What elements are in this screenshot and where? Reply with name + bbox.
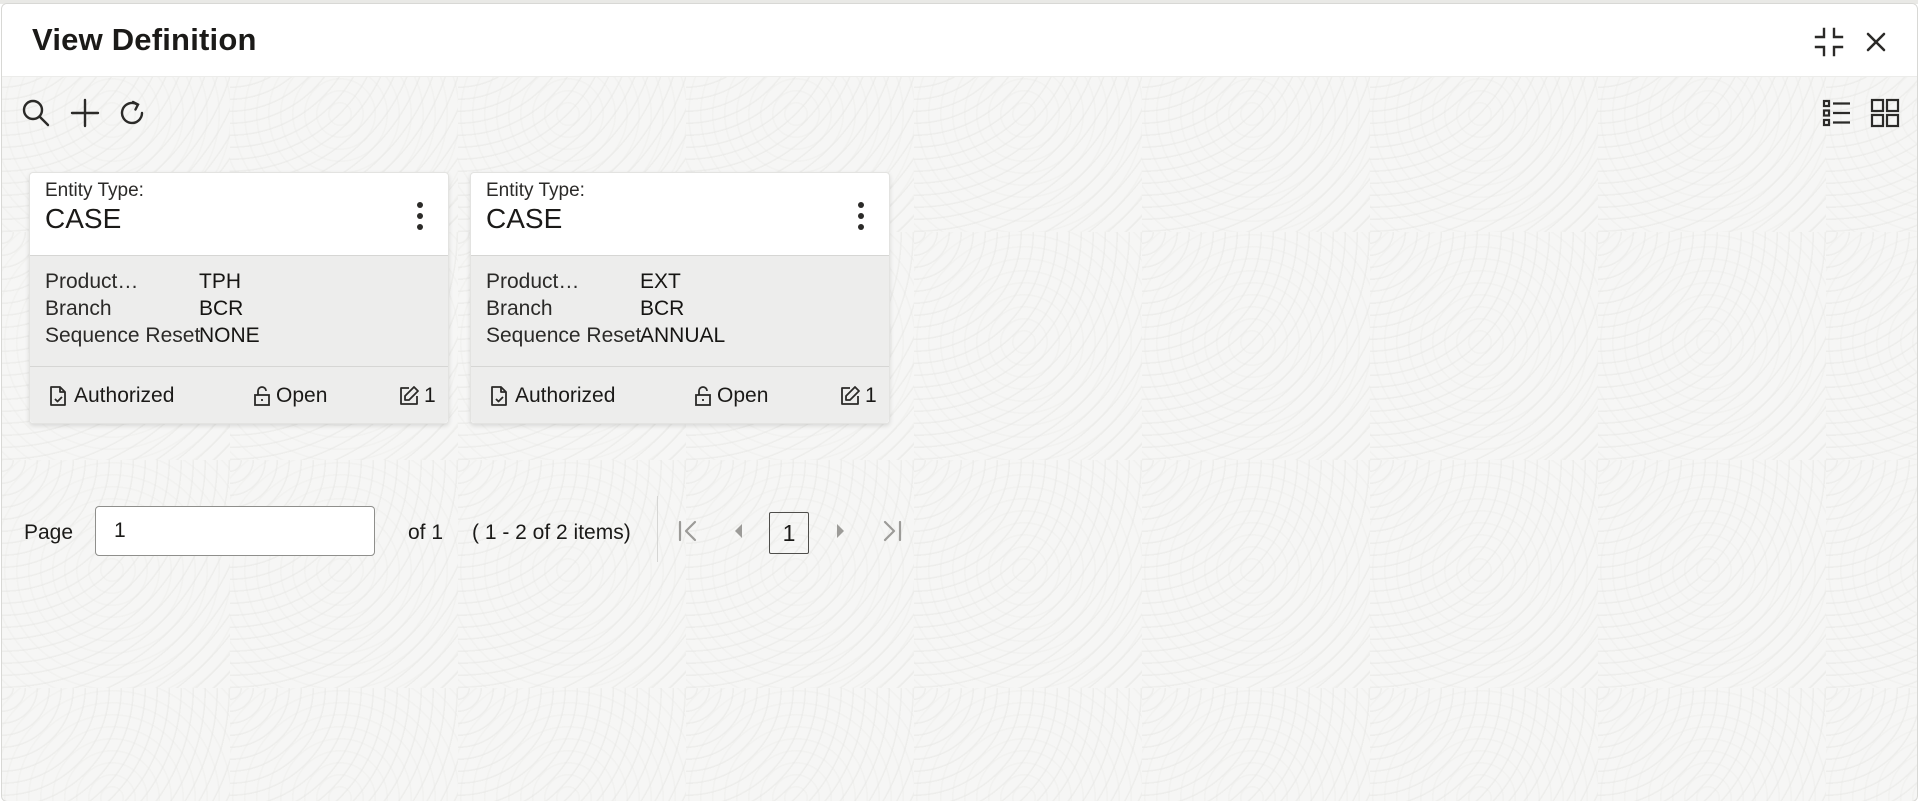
page-label: Page: [24, 521, 74, 544]
field-value: TPH: [199, 270, 241, 293]
edit-icon: [841, 386, 860, 405]
lock-text: Open: [276, 384, 328, 407]
page-count-text: of 1: [408, 521, 444, 544]
next-page-icon[interactable]: [825, 516, 855, 546]
close-icon[interactable]: [1858, 24, 1894, 60]
modification-number: 1: [838, 382, 878, 410]
field-value: EXT: [640, 270, 681, 293]
lock-status: Open: [691, 382, 781, 410]
card-header: Entity Type: CASE: [471, 173, 889, 256]
more-actions-icon[interactable]: [849, 199, 873, 233]
field-label: Branch: [486, 297, 553, 320]
definition-card[interactable]: Entity Type: CASE Product… TPH Branch BC…: [29, 172, 449, 424]
card-header: Entity Type: CASE: [30, 173, 448, 256]
card-details: Product… TPH Branch BCR Sequence Reset N…: [30, 256, 448, 367]
view-definition-dialog: View Definition Entity Type: CASE Produc…: [1, 3, 1918, 801]
document-check-icon: [50, 386, 66, 406]
collapse-arrows-icon[interactable]: [1811, 24, 1847, 60]
field-label: Branch: [45, 297, 112, 320]
entity-type-label: Entity Type:: [45, 180, 144, 201]
definition-card[interactable]: Entity Type: CASE Product… EXT Branch BC…: [470, 172, 890, 424]
dialog-title: View Definition: [32, 22, 257, 57]
plus-icon[interactable]: [68, 96, 102, 130]
status-text: Authorized: [74, 384, 175, 407]
field-label: Product…: [45, 270, 139, 293]
items-range-text: ( 1 - 2 of 2 items): [472, 521, 631, 544]
authorized-status: Authorized: [487, 382, 637, 410]
more-actions-icon[interactable]: [408, 199, 432, 233]
search-icon[interactable]: [19, 96, 53, 130]
field-value: BCR: [640, 297, 685, 320]
previous-page-icon[interactable]: [724, 516, 754, 546]
field-value: BCR: [199, 297, 244, 320]
refresh-icon[interactable]: [115, 96, 149, 130]
dialog-header: View Definition: [2, 4, 1917, 77]
card-footer: Authorized Open 1: [471, 367, 889, 423]
field-label: Sequence Reset: [45, 324, 201, 347]
first-page-icon[interactable]: [673, 516, 703, 546]
modification-number: 1: [397, 382, 437, 410]
last-page-icon[interactable]: [877, 516, 907, 546]
lock-status: Open: [250, 382, 340, 410]
page-number-input[interactable]: [95, 506, 375, 556]
lock-text: Open: [717, 384, 769, 407]
unlock-icon: [695, 386, 711, 406]
pagination-bar: Page of 1 ( 1 - 2 of 2 items) 1: [2, 496, 922, 564]
field-value: NONE: [199, 324, 260, 347]
edit-icon: [400, 386, 419, 405]
field-value: ANNUAL: [640, 324, 726, 347]
field-label: Product…: [486, 270, 580, 293]
status-text: Authorized: [515, 384, 616, 407]
entity-type-label: Entity Type:: [486, 180, 585, 201]
entity-type-value: CASE: [486, 203, 563, 234]
authorized-status: Authorized: [46, 382, 196, 410]
unlock-icon: [254, 386, 270, 406]
mod-no-text: 1: [424, 384, 436, 407]
card-footer: Authorized Open 1: [30, 367, 448, 423]
document-check-icon: [491, 386, 507, 406]
grid-view-icon[interactable]: [1868, 96, 1902, 130]
list-view-icon[interactable]: [1820, 96, 1854, 130]
field-label: Sequence Reset: [486, 324, 642, 347]
card-details: Product… EXT Branch BCR Sequence Reset A…: [471, 256, 889, 367]
mod-no-text: 1: [865, 384, 877, 407]
pager-divider: [657, 496, 658, 562]
entity-type-value: CASE: [45, 203, 122, 234]
current-page-button[interactable]: 1: [769, 512, 809, 554]
